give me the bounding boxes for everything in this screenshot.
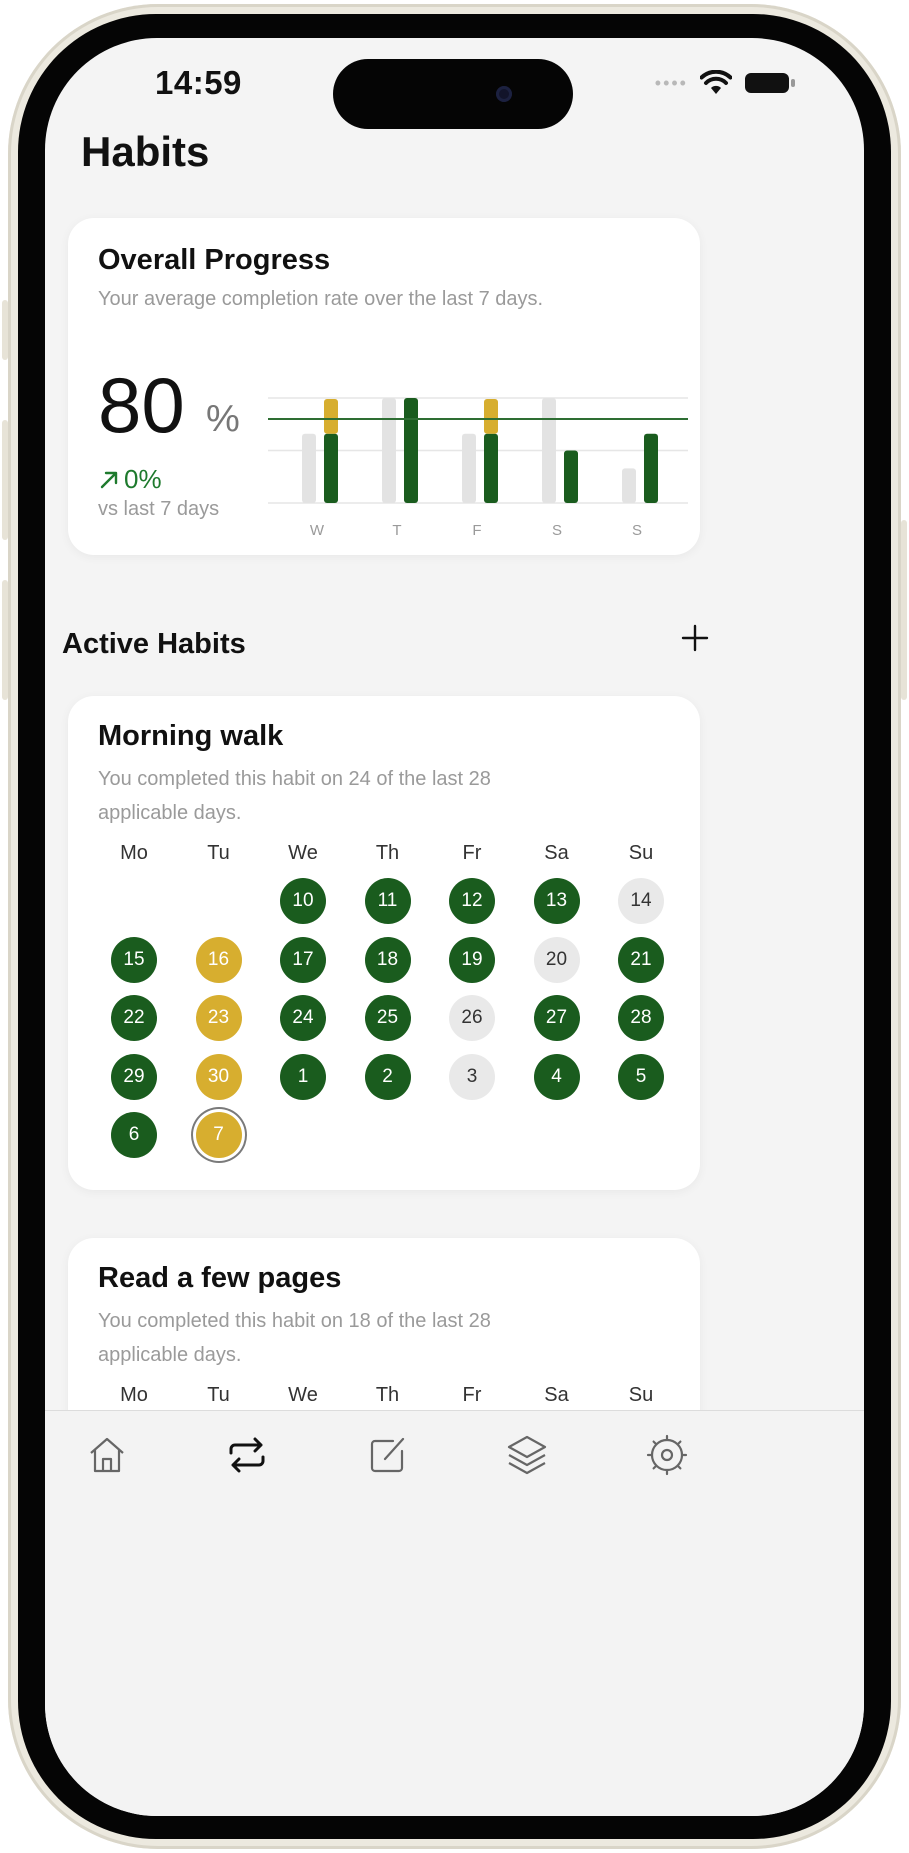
cellular-signal-icon: •••• [654,72,688,93]
completion-value: 80 [98,361,185,449]
weekday-label: Tu [207,842,230,864]
habit-calendar: Mo Tu We Th Fr Sa Su 10 11 12 13 14 15 16 17 18 19 20 21 22… [108,842,738,1172]
chart-bar-background [462,433,476,503]
calendar-day[interactable]: 12 [449,878,495,924]
chart-bar-complete [324,433,338,503]
camera-icon [496,86,512,102]
action-button [2,300,8,360]
weekday-label: Th [375,1384,400,1406]
chart-bar-background [622,468,636,503]
volume-up-button [2,420,8,540]
weekday-label: Sa [544,1384,569,1406]
home-icon[interactable] [83,1431,131,1479]
calendar-day[interactable]: 18 [364,936,411,983]
calendar-day[interactable]: 14 [618,878,664,924]
status-icons: •••• [655,68,796,98]
calendar-day-today[interactable]: 7 [195,1112,242,1158]
calendar-day[interactable]: 23 [195,995,242,1041]
calendar-day[interactable]: 2 [364,1053,411,1100]
overall-progress-card: Overall Progress Your average completion… [68,218,700,555]
weekday-label: Sa [544,842,569,864]
calendar-day[interactable]: 15 [111,936,157,983]
chart-bar-background [542,398,556,503]
chart-tick-label: S [632,522,642,539]
calendar-day[interactable]: 5 [618,1053,664,1100]
edit-icon[interactable] [363,1431,411,1479]
chart-bar-complete [564,450,578,503]
status-time: 14:59 [155,64,242,101]
calendar-day[interactable]: 11 [364,878,411,924]
weekday-label: Su [628,842,654,864]
calendar-day[interactable]: 24 [280,995,326,1041]
calendar-day[interactable]: 4 [533,1053,580,1100]
calendar-day[interactable]: 21 [618,936,664,983]
change-value: 0% [124,464,162,494]
chart-bar-partial [324,399,338,434]
weekday-label: Fr [462,842,482,864]
calendar-day[interactable]: 17 [280,936,326,983]
change-indicator: 0% [98,464,162,495]
calendar-day[interactable]: 10 [280,878,326,924]
calendar-day[interactable]: 19 [449,936,495,983]
overall-progress-subtitle: Your average completion rate over the la… [98,288,544,310]
chart-bar-complete [484,433,498,503]
weekday-label: Mo [120,1384,148,1406]
habit-card-morning-walk[interactable]: Morning walk You completed this habit on… [68,696,700,1190]
battery-icon [745,73,795,93]
calendar-day[interactable]: 28 [618,995,664,1041]
calendar-day[interactable]: 30 [195,1053,242,1100]
weekday-label: Fr [462,1384,482,1406]
habit-subtitle: You completed this habit on 24 of the la… [98,768,491,824]
chart-tick-label: S [552,522,562,539]
weekday-label: Mo [120,842,148,864]
habit-title: Morning walk [98,720,284,752]
power-button [901,520,907,700]
completion-unit: % [206,398,240,440]
plus-icon[interactable] [675,618,715,658]
chart-tick-label: F [472,522,481,539]
chart-bar-background [382,398,396,503]
tab-bar [45,1410,864,1816]
change-note: vs last 7 days [98,498,220,520]
calendar-day[interactable]: 6 [111,1112,157,1158]
calendar-day[interactable]: 29 [111,1053,157,1100]
weekday-label: Tu [207,1384,230,1406]
calendar-day[interactable]: 3 [449,1053,495,1100]
weekday-label: Th [375,842,400,864]
calendar-day[interactable]: 13 [533,878,580,924]
page-title: Habits [81,128,210,175]
calendar-day[interactable]: 1 [280,1053,326,1100]
dynamic-island [333,59,573,129]
weekday-label: We [288,842,318,864]
weekday-label: Su [628,1384,654,1406]
chart-bar-partial [484,399,498,434]
chart-tick-label: W [310,522,325,539]
repeat-icon[interactable] [223,1431,271,1479]
calendar-day[interactable]: 16 [195,936,242,983]
weekly-progress-chart: WTFSSMT [268,397,688,539]
calendar-day[interactable]: 26 [449,995,495,1041]
wifi-icon [700,70,732,94]
calendar-day[interactable]: 25 [364,995,411,1041]
calendar-day[interactable]: 27 [533,995,580,1041]
weekday-label: We [288,1384,318,1406]
layers-icon[interactable] [503,1431,551,1479]
chart-bar-complete [404,398,418,503]
chart-bar-background [302,433,316,503]
settings-icon[interactable] [643,1431,691,1479]
arrow-up-right-icon [100,471,118,488]
calendar-day[interactable]: 20 [533,936,580,983]
chart-tick-label: T [392,522,401,539]
overall-progress-title: Overall Progress [98,244,331,276]
volume-down-button [2,580,8,700]
chart-bar-complete [644,433,658,503]
screen: 14:59 •••• Habits Overall Progress Your … [45,38,864,1816]
active-habits-title: Active Habits [62,628,246,660]
calendar-day[interactable]: 22 [111,995,157,1041]
habit-title: Read a few pages [98,1262,342,1294]
habit-subtitle: You completed this habit on 18 of the la… [98,1310,491,1366]
